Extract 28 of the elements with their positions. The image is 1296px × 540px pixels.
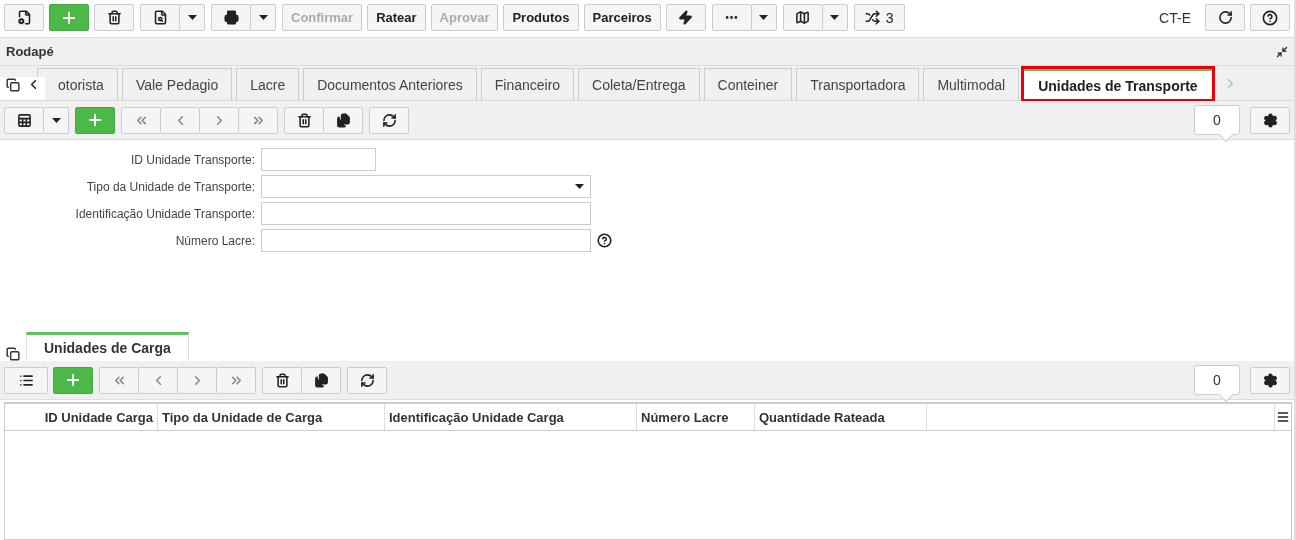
column-header[interactable]: Quantidade Rateada	[755, 404, 927, 430]
tab[interactable]: Unidades de Transporte	[1023, 68, 1213, 100]
tab[interactable]: Documentos Anteriores	[303, 68, 477, 100]
column-header[interactable]: Número Lacre	[637, 404, 755, 430]
shuffle-button[interactable]: 3	[853, 4, 905, 31]
tab[interactable]: Vale Pedagio	[121, 68, 233, 100]
column-header[interactable]: Tipo da Unidade de Carga	[158, 404, 385, 430]
panel-title: Rodapé	[6, 44, 54, 59]
tab[interactable]: Unidades de Carga	[26, 332, 189, 361]
action-button[interactable]: Produtos	[503, 4, 579, 31]
action-button[interactable]: Parceiros	[583, 4, 661, 31]
field-label: Número Lacre:	[174, 233, 255, 248]
tab[interactable]: Coleta/Entrega	[578, 68, 700, 100]
record-count: 0	[1194, 364, 1240, 402]
module-label: CT-E	[1159, 9, 1191, 26]
tab[interactable]: Conteiner	[703, 68, 793, 100]
record-count: 0	[1194, 104, 1240, 142]
column-header[interactable]: ID Unidade Carga	[5, 404, 158, 430]
column-header[interactable]: Identificação Unidade Carga	[385, 404, 637, 430]
tab[interactable]: Financeiro	[480, 68, 575, 100]
field-label: Identificação Unidade Transporte:	[74, 206, 255, 221]
field-label: Tipo da Unidade de Transporte:	[85, 179, 255, 194]
tab[interactable]: otorista	[37, 68, 118, 100]
tab[interactable]: Multimodal	[923, 68, 1020, 100]
tab[interactable]: Lacre	[236, 68, 300, 100]
action-button[interactable]: Ratear	[367, 4, 426, 31]
field-label: ID Unidade Transporte:	[129, 152, 255, 167]
tab[interactable]: Transportadora	[796, 68, 920, 100]
